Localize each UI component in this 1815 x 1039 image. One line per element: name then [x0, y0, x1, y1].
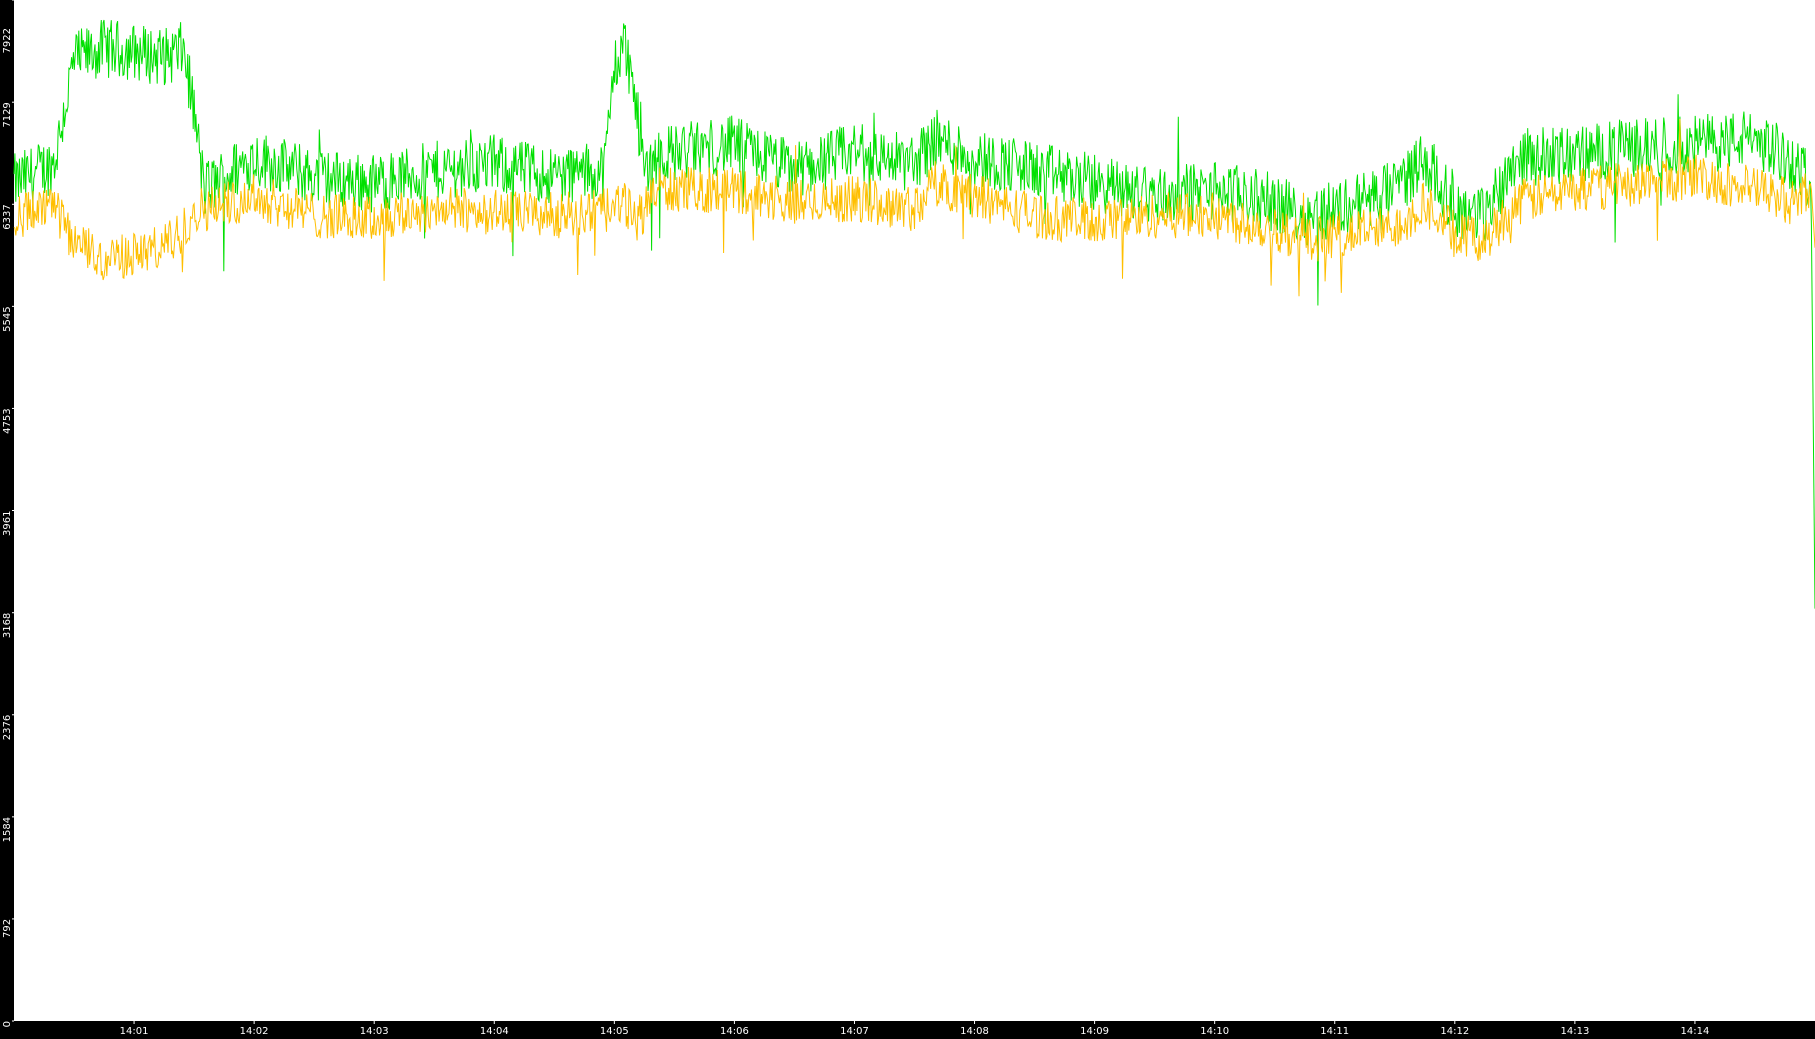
x-tick-label: 14:08: [960, 1026, 989, 1037]
y-tick-label: 2376: [2, 715, 13, 740]
y-axis: 0 792 1584 2376 3168 3961 4753 5545 6337 7129 7922: [2, 0, 14, 1027]
y-tick-label: 3168: [2, 613, 13, 638]
y-tick-label: 3961: [2, 511, 13, 536]
x-tick-label: 14:07: [840, 1026, 869, 1037]
chart: 0 792 1584 2376 3168 3961 4753 5545 6337 7129 7922…: [0, 0, 1815, 1039]
x-tick-label: 14:11: [1320, 1026, 1349, 1037]
x-tick-label: 14:05: [600, 1026, 629, 1037]
x-tick-label: 14:04: [480, 1026, 509, 1037]
line-chart: 0 792 1584 2376 3168 3961 4753 5545 6337 7129 7922…: [2, 0, 1815, 1037]
x-tick-label: 14:06: [720, 1026, 749, 1037]
y-tick-label: 6337: [2, 204, 13, 229]
y-tick-label: 4753: [2, 408, 13, 433]
x-tick-label: 14:09: [1080, 1026, 1109, 1037]
y-tick-label: 5545: [2, 306, 13, 331]
y-tick-label: 0: [2, 1021, 13, 1027]
y-tick-label: 7922: [2, 28, 13, 53]
x-tick-label: 14:02: [240, 1026, 269, 1037]
x-tick-label: 14:14: [1680, 1026, 1709, 1037]
x-axis: 14:01 14:02 14:03 14:04 14:05 14:06 14:07 14:08…: [120, 1021, 1709, 1037]
y-tick-label: 792: [2, 919, 13, 938]
y-tick-label: 1584: [2, 817, 13, 842]
y-tick-label: 7129: [2, 102, 13, 127]
x-tick-label: 14:13: [1560, 1026, 1589, 1037]
x-tick-label: 14:12: [1440, 1026, 1469, 1037]
x-tick-label: 14:03: [360, 1026, 389, 1037]
x-tick-label: 14:01: [120, 1026, 149, 1037]
x-tick-label: 14:10: [1200, 1026, 1229, 1037]
